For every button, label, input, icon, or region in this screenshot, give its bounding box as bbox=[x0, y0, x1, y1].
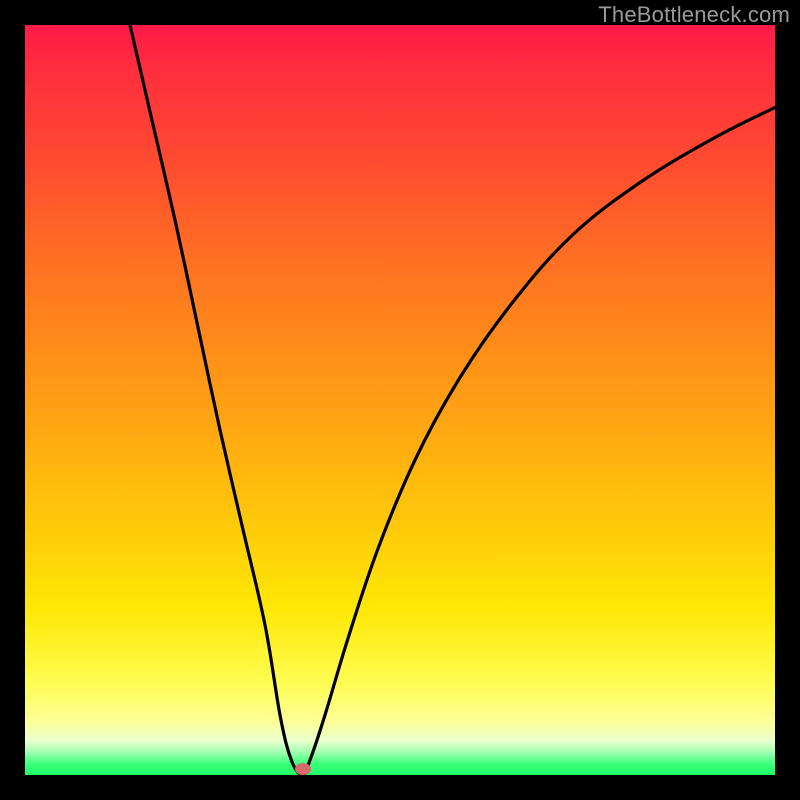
bottleneck-curve bbox=[25, 25, 775, 775]
plot-area bbox=[25, 25, 775, 775]
curve-path bbox=[130, 25, 775, 775]
trough-marker bbox=[295, 763, 311, 775]
chart-frame: TheBottleneck.com bbox=[0, 0, 800, 800]
watermark-text: TheBottleneck.com bbox=[598, 2, 790, 28]
